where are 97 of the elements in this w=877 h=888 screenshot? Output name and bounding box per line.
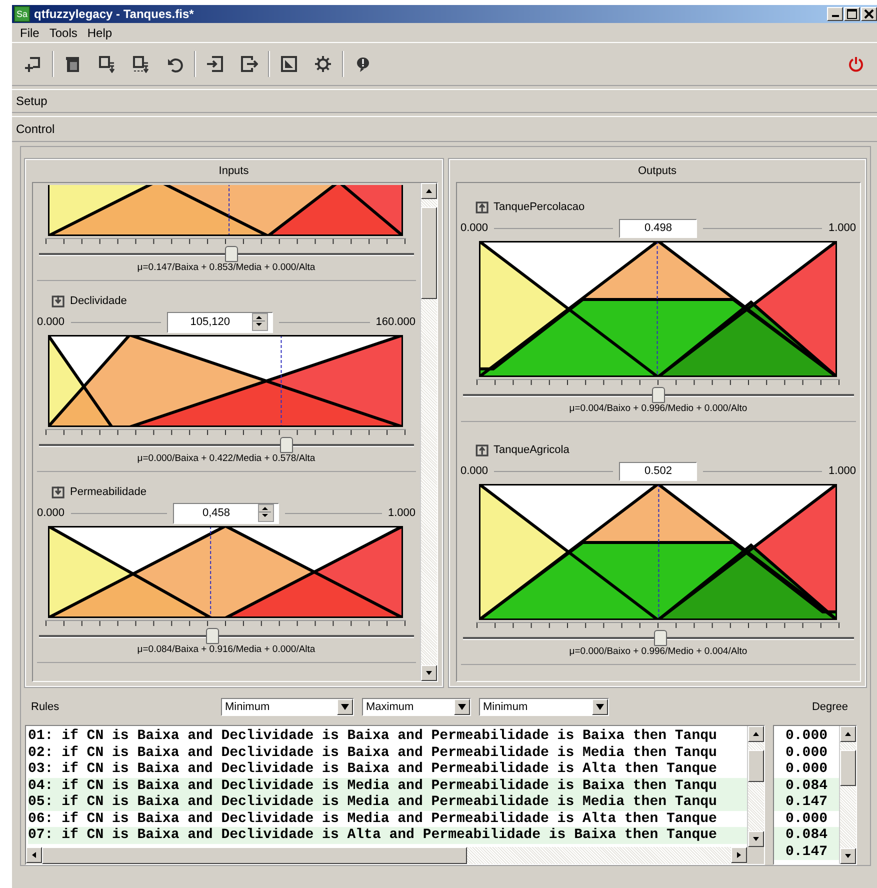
caret-icon	[341, 704, 349, 710]
membership-text: μ=0.147/Baixa + 0.853/Media + 0.000/Alta	[136, 262, 316, 275]
degree-row: 0.084	[774, 827, 839, 844]
box-arrow-down-icon	[98, 55, 116, 73]
arrow-down-icon	[844, 852, 852, 860]
value-field[interactable]: 0.502	[619, 462, 698, 480]
min-value: 0.000	[460, 222, 488, 234]
slider-handle[interactable]	[654, 630, 668, 646]
close-button[interactable]	[861, 7, 877, 21]
section-header[interactable]: Setup	[12, 89, 877, 113]
slider-handle[interactable]	[206, 628, 219, 644]
degree-row: 0.147	[774, 844, 839, 860]
max-value: 1.000	[828, 465, 856, 477]
min-value: 0.000	[460, 465, 488, 477]
slider-handle[interactable]	[280, 437, 294, 453]
maximize-button[interactable]	[844, 7, 860, 21]
degree-row-text: 0.000	[784, 728, 828, 744]
box-arrow-up-icon	[474, 442, 490, 458]
section-header[interactable]: Control	[12, 116, 877, 142]
operator-dropdown[interactable]: Maximum	[362, 698, 471, 716]
arrow-up-icon	[844, 730, 852, 738]
box-arrow-up-icon	[474, 200, 490, 214]
stacked-pages-icon	[64, 55, 82, 73]
box-arrow-down-icon	[51, 484, 66, 500]
rule-row[interactable]: 03: if CN is Baixa and Declividade is Baixa and Permeabilidade is Alta then Tanque	[28, 761, 747, 778]
frame-plus-icon	[24, 55, 42, 73]
operator-dropdown[interactable]: Minimum	[479, 698, 609, 716]
gear-icon	[314, 55, 332, 73]
scrollbar[interactable]	[420, 183, 436, 682]
window-title: qtfuzzylegacy - Tanques.fis*	[34, 7, 195, 21]
spin-arrows-control[interactable]	[252, 313, 268, 331]
arrow-down-icon	[752, 835, 760, 843]
max-value: 1.000	[388, 507, 416, 519]
degree-row-text: 0.000	[784, 744, 828, 761]
number-spinbox[interactable]: 105,120	[167, 312, 274, 332]
menu-item[interactable]: Help	[83, 26, 116, 40]
close-icon	[864, 9, 874, 19]
caret-icon	[458, 704, 466, 710]
membership-text: μ=0.000/Baixo + 0.996/Medio + 0.004/Alto	[568, 646, 748, 659]
slider-handle[interactable]	[224, 246, 238, 262]
slider-handle[interactable]	[652, 387, 666, 403]
info-icon	[354, 55, 372, 73]
rule-row[interactable]: 06: if CN is Baixa and Declividade is Media and Permeabilidade is Alta then Tanque	[28, 810, 747, 827]
min-value: 0.000	[37, 507, 65, 519]
operator-dropdown[interactable]: Minimum	[221, 698, 354, 716]
variable-name: TanquePercolacao	[494, 201, 585, 213]
scrollbar-thumb[interactable]	[42, 847, 467, 864]
scrollbar[interactable]	[839, 726, 856, 864]
app-icon: Sa	[14, 6, 30, 22]
number-spinbox[interactable]: 0,458	[173, 502, 280, 524]
import-icon	[206, 55, 224, 73]
membership-text: μ=0.004/Baixo + 0.996/Medio + 0.000/Alto	[568, 403, 748, 416]
membership-text: μ=0.000/Baixa + 0.422/Media + 0.578/Alta	[136, 453, 316, 466]
box-dotted-arrow-icon	[132, 55, 150, 73]
variable-name: TanqueAgricola	[494, 444, 570, 456]
rule-row[interactable]: 02: if CN is Baixa and Declividade is Baixa and Permeabilidade is Media then Tanqu	[28, 744, 747, 761]
scrollbar[interactable]	[26, 847, 747, 864]
membership-text: μ=0.084/Baixa + 0.916/Media + 0.000/Alta	[136, 644, 316, 657]
rule-row[interactable]: 07: if CN is Baixa and Declividade is Alta and Permeabilidade is Baixa then Tanque	[28, 827, 747, 844]
scrollbar-thumb[interactable]	[748, 750, 764, 782]
scrollbar-corner	[747, 847, 764, 864]
chart-frame-icon	[280, 55, 298, 73]
minimize-icon	[832, 15, 838, 17]
degree-row: 0.147	[774, 794, 839, 810]
degree-row-text: 0.000	[784, 761, 828, 778]
arrow-left-icon	[30, 851, 38, 859]
panel-title: Inputs	[218, 164, 250, 179]
value-field[interactable]: 0.498	[619, 218, 698, 238]
minimize-button[interactable]	[827, 7, 843, 21]
scrollbar-thumb[interactable]	[420, 207, 436, 299]
degree-row: 0.084	[774, 778, 839, 794]
rules-label: Rules	[30, 701, 60, 714]
scrollbar[interactable]	[747, 726, 764, 847]
rule-row[interactable]: 04: if CN is Baixa and Declividade is Media and Permeabilidade is Baixa then Tanqu	[28, 778, 747, 794]
max-value: 160.000	[376, 316, 416, 328]
arrow-up-icon	[424, 187, 432, 195]
panel-title: Outputs	[636, 164, 678, 179]
maximize-icon	[847, 9, 857, 19]
export-icon	[240, 55, 258, 73]
variable-name: Declividade	[70, 295, 127, 307]
variable-name: Permeabilidade	[70, 486, 146, 498]
power-icon	[847, 55, 865, 73]
arrow-down-icon	[424, 669, 432, 678]
max-value: 1.000	[828, 222, 856, 234]
caret-icon	[596, 704, 604, 710]
menu-item[interactable]: File	[16, 26, 44, 40]
spin-arrows-control[interactable]	[258, 504, 274, 522]
rule-row[interactable]: 01: if CN is Baixa and Declividade is Baixa and Permeabilidade is Baixa then Tanqu	[28, 728, 747, 744]
arrow-right-icon	[735, 851, 743, 859]
rule-row[interactable]: 05: if CN is Baixa and Declividade is Media and Permeabilidade is Media then Tanqu	[28, 794, 747, 810]
degree-label: Degree	[810, 701, 850, 714]
menu-item[interactable]: Tools	[45, 26, 82, 40]
scrollbar-thumb[interactable]	[840, 750, 856, 786]
degree-row-text: 0.000	[784, 810, 828, 827]
arrow-up-icon	[752, 730, 760, 738]
min-value: 0.000	[37, 316, 65, 328]
box-arrow-down-icon	[51, 294, 66, 308]
